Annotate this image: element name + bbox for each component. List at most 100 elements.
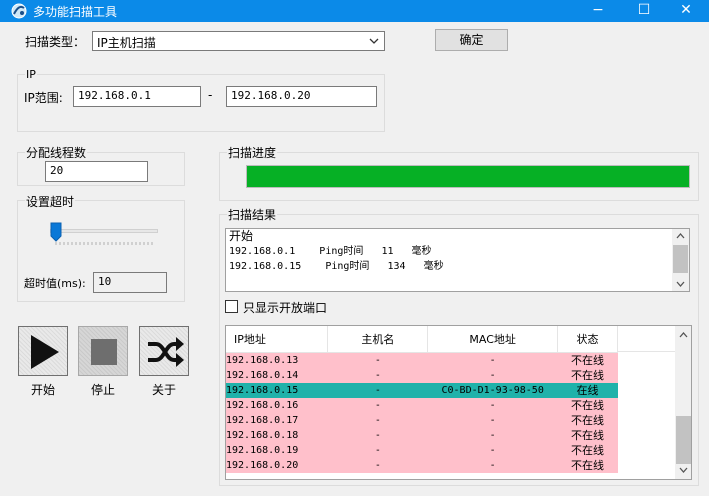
progress-label: 扫描进度 [227, 144, 278, 161]
chevron-up-icon[interactable] [679, 332, 688, 338]
cell-mac: - [427, 413, 558, 428]
table-row[interactable]: 192.168.0.15- C0-BD-D1-93-98-50 在线 [226, 383, 618, 398]
main-window: 多功能扫描工具 − ☐ ✕ 扫描类型： IP主机扫描 确定 IP IP范围: 1… [0, 0, 709, 496]
column-header-host[interactable]: 主机名 [327, 326, 429, 353]
cell-status: 不在线 [557, 413, 618, 428]
cell-mac: - [427, 368, 558, 383]
cell-host: - [327, 458, 428, 473]
ip-end-input[interactable]: 192.168.0.20 [226, 86, 377, 107]
results-table[interactable]: IP地址 主机名 MAC地址 状态 192.168.0.13- - 不在线 192.1… [225, 325, 692, 480]
timeout-slider-track[interactable] [50, 229, 158, 233]
chevron-down-icon[interactable] [679, 467, 688, 473]
ip-range-label: IP范围: [24, 91, 63, 105]
threads-input[interactable]: 20 [45, 161, 148, 182]
cell-status: 不在线 [557, 428, 618, 443]
cell-host: - [327, 368, 428, 383]
scan-type-value: IP主机扫描 [97, 36, 156, 50]
table-row[interactable]: 192.168.0.20- - 不在线 [226, 458, 618, 473]
stop-label: 停止 [90, 383, 115, 397]
stop-button[interactable] [78, 326, 128, 376]
table-scrollbar[interactable] [675, 326, 691, 479]
cell-ip: 192.168.0.13 [226, 352, 328, 368]
minimize-button[interactable]: − [575, 0, 621, 22]
about-button[interactable] [139, 326, 189, 376]
open-ports-label: 只显示开放端口 [243, 301, 328, 315]
ip-start-input[interactable]: 192.168.0.1 [73, 86, 201, 107]
progress-bar-fill [247, 166, 689, 187]
window-title: 多功能扫描工具 [33, 5, 118, 19]
chevron-up-icon[interactable] [676, 233, 685, 239]
cell-mac: C0-BD-D1-93-98-50 [427, 383, 558, 398]
table-row[interactable]: 192.168.0.13- - 不在线 [226, 352, 618, 368]
log-line: 开始 [229, 229, 254, 243]
log-line: 192.168.0.1 Ping时间 11 毫秒 [229, 246, 432, 257]
play-icon [31, 335, 59, 369]
cell-status: 不在线 [557, 443, 618, 458]
column-header-mac[interactable]: MAC地址 [427, 326, 559, 353]
timeout-value-input[interactable]: 10 [93, 272, 167, 293]
cell-host: - [327, 398, 428, 413]
cell-status: 不在线 [557, 352, 618, 368]
results-grid: IP地址 主机名 MAC地址 状态 192.168.0.13- - 不在线 192.1… [226, 326, 618, 473]
table-row[interactable]: 192.168.0.16- - 不在线 [226, 398, 618, 413]
about-label: 关于 [151, 383, 176, 397]
timeout-label: 设置超时 [25, 193, 76, 210]
cell-host: - [327, 428, 428, 443]
cell-status: 在线 [557, 383, 618, 398]
log-scrollbar-thumb[interactable] [673, 245, 688, 273]
cell-ip: 192.168.0.16 [226, 398, 328, 413]
cell-status: 不在线 [557, 398, 618, 413]
cell-mac: - [427, 443, 558, 458]
ip-range-dash: - [208, 88, 213, 102]
threads-label: 分配线程数 [25, 144, 88, 161]
cell-status: 不在线 [557, 368, 618, 383]
cell-mac: - [427, 428, 558, 443]
minimize-icon: − [592, 2, 604, 18]
cell-ip: 192.168.0.19 [226, 443, 328, 458]
table-scrollbar-thumb[interactable] [676, 416, 691, 464]
title-bar: 多功能扫描工具 − ☐ ✕ [0, 0, 709, 22]
table-row[interactable]: 192.168.0.14- - 不在线 [226, 368, 618, 383]
timeout-slider-thumb[interactable] [50, 222, 62, 242]
shuffle-icon [148, 337, 184, 367]
scan-type-select[interactable]: IP主机扫描 [92, 31, 385, 51]
cell-status: 不在线 [557, 458, 618, 473]
column-header-status[interactable]: 状态 [557, 326, 618, 353]
log-scrollbar[interactable] [672, 229, 689, 291]
results-label: 扫描结果 [227, 206, 278, 223]
close-button[interactable]: ✕ [663, 0, 709, 22]
table-row[interactable]: 192.168.0.19- - 不在线 [226, 443, 618, 458]
cell-host: - [327, 413, 428, 428]
start-button[interactable] [18, 326, 68, 376]
cell-ip: 192.168.0.17 [226, 413, 328, 428]
table-row[interactable]: 192.168.0.17- - 不在线 [226, 413, 618, 428]
chevron-down-icon[interactable] [676, 281, 685, 287]
scan-type-label: 扫描类型： [25, 35, 86, 49]
start-label: 开始 [30, 383, 55, 397]
stop-icon [91, 339, 117, 365]
ip-group-label: IP [25, 68, 37, 81]
confirm-button[interactable]: 确定 [435, 29, 508, 51]
open-ports-checkbox[interactable] [225, 300, 238, 313]
cell-host: - [327, 443, 428, 458]
cell-mac: - [427, 458, 558, 473]
cell-ip: 192.168.0.18 [226, 428, 328, 443]
chevron-down-icon [369, 38, 379, 44]
cell-host: - [327, 383, 428, 398]
table-row[interactable]: 192.168.0.18- - 不在线 [226, 428, 618, 443]
log-textbox[interactable]: 开始 192.168.0.1 Ping时间 11 毫秒 192.168.0.15… [225, 228, 690, 292]
cell-mac: - [427, 398, 558, 413]
log-line: 192.168.0.15 Ping时间 134 毫秒 [229, 261, 444, 272]
app-icon [11, 3, 27, 19]
cell-ip: 192.168.0.15 [226, 383, 328, 398]
table-header-row: IP地址 主机名 MAC地址 状态 [226, 326, 618, 353]
cell-ip: 192.168.0.20 [226, 458, 328, 473]
cell-host: - [327, 352, 428, 368]
cell-mac: - [427, 352, 558, 368]
timeout-slider-ticks [55, 242, 153, 245]
progress-bar [246, 165, 690, 188]
maximize-button[interactable]: ☐ [621, 0, 667, 22]
column-header-ip[interactable]: IP地址 [226, 326, 329, 353]
table-header-filler [618, 326, 676, 352]
maximize-icon: ☐ [637, 2, 651, 18]
